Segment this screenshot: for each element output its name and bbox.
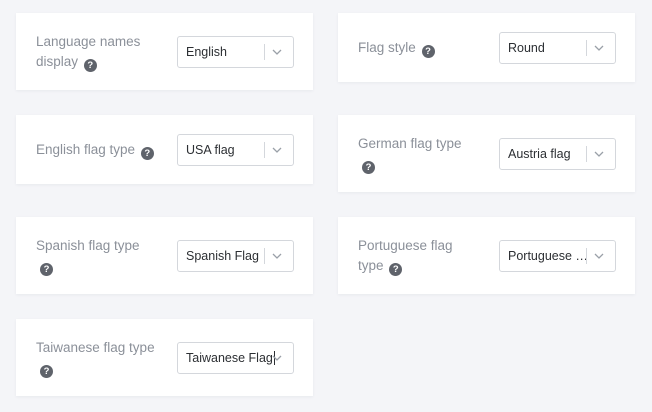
select-value: Round bbox=[508, 41, 545, 55]
spanish-flag-type-select[interactable]: Spanish Flag bbox=[177, 240, 294, 272]
flag-style-select[interactable]: Round bbox=[499, 32, 616, 64]
setting-label: Language names display ? bbox=[36, 32, 140, 72]
select-value-text: Taiwanese Flag bbox=[186, 351, 273, 365]
select-value: English bbox=[186, 45, 227, 59]
chevron-down-icon[interactable] bbox=[271, 250, 283, 262]
setting-card-english-flag-type: English flag type ? USA flag bbox=[16, 115, 313, 184]
setting-label-text: Language names bbox=[36, 34, 141, 49]
setting-card-spanish-flag-type: Spanish flag type ? Spanish Flag bbox=[16, 217, 313, 294]
setting-card-portuguese-flag-type: Portuguese flag type ? Portuguese Fl... bbox=[338, 217, 635, 294]
question-circle-icon[interactable]: ? bbox=[40, 263, 53, 276]
select-separator bbox=[264, 248, 265, 264]
setting-label-text: English flag type bbox=[36, 142, 136, 157]
setting-label-text: Taiwanese flag type bbox=[36, 340, 155, 355]
select-value: Portuguese Fl... bbox=[508, 249, 588, 263]
setting-card-language-names-display: Language names display ? English bbox=[16, 13, 313, 90]
setting-label-text: Spanish flag type bbox=[36, 238, 140, 253]
setting-label: German flag type ? bbox=[358, 134, 462, 174]
select-value: Taiwanese Flag bbox=[186, 343, 275, 373]
setting-label: Spanish flag type ? bbox=[36, 236, 140, 276]
chevron-down-icon[interactable] bbox=[271, 352, 283, 364]
setting-label: English flag type ? bbox=[36, 140, 154, 160]
chevron-down-icon[interactable] bbox=[593, 250, 605, 262]
setting-card-taiwanese-flag-type: Taiwanese flag type ? Taiwanese Flag bbox=[16, 319, 313, 396]
setting-label-text: type bbox=[358, 258, 384, 273]
select-value: Austria flag bbox=[508, 147, 571, 161]
question-circle-icon[interactable]: ? bbox=[40, 365, 53, 378]
setting-card-flag-style: Flag style ? Round bbox=[338, 13, 635, 82]
select-separator bbox=[264, 44, 265, 60]
select-separator bbox=[586, 248, 587, 264]
question-circle-icon[interactable]: ? bbox=[389, 263, 403, 276]
question-circle-icon[interactable]: ? bbox=[421, 45, 435, 58]
language-names-display-select[interactable]: English bbox=[177, 36, 294, 68]
setting-label: Taiwanese flag type ? bbox=[36, 338, 155, 378]
chevron-down-icon[interactable] bbox=[593, 42, 605, 54]
english-flag-type-select[interactable]: USA flag bbox=[177, 134, 294, 166]
question-circle-icon[interactable]: ? bbox=[83, 59, 97, 72]
setting-label-text: German flag type bbox=[358, 136, 462, 151]
select-separator bbox=[264, 142, 265, 158]
setting-label-text: Flag style bbox=[358, 40, 416, 55]
setting-label: Portuguese flag type ? bbox=[358, 236, 453, 276]
chevron-down-icon[interactable] bbox=[271, 46, 283, 58]
chevron-down-icon[interactable] bbox=[271, 144, 283, 156]
german-flag-type-select[interactable]: Austria flag bbox=[499, 138, 616, 170]
taiwanese-flag-type-select[interactable]: Taiwanese Flag bbox=[177, 342, 294, 374]
select-separator bbox=[586, 40, 587, 56]
setting-label: Flag style ? bbox=[358, 38, 435, 58]
select-value: Spanish Flag bbox=[186, 249, 259, 263]
question-circle-icon[interactable]: ? bbox=[140, 147, 154, 160]
setting-label-text: Portuguese flag bbox=[358, 238, 453, 253]
question-circle-icon[interactable]: ? bbox=[362, 161, 375, 174]
setting-label-text: display bbox=[36, 54, 79, 69]
select-value: USA flag bbox=[186, 143, 235, 157]
select-separator bbox=[586, 146, 587, 162]
portuguese-flag-type-select[interactable]: Portuguese Fl... bbox=[499, 240, 616, 272]
chevron-down-icon[interactable] bbox=[593, 148, 605, 160]
setting-card-german-flag-type: German flag type ? Austria flag bbox=[338, 115, 635, 192]
